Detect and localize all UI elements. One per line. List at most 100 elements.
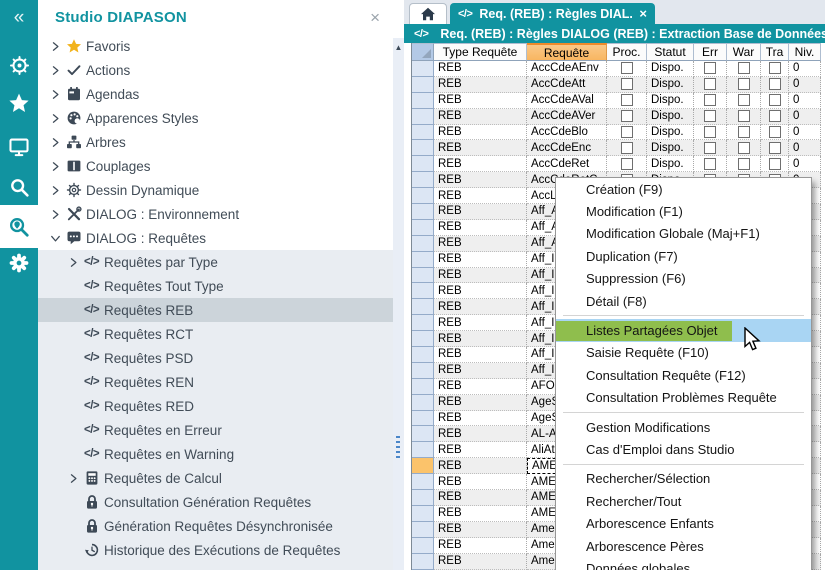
cell-type-requete[interactable]: REB — [434, 538, 527, 554]
cell-tra[interactable] — [761, 77, 789, 93]
rail-item-settings[interactable] — [0, 246, 38, 280]
checkbox-unchecked[interactable] — [769, 142, 781, 154]
row-selector[interactable] — [412, 125, 434, 141]
cell-tra[interactable] — [761, 93, 789, 109]
tab-home[interactable] — [409, 3, 447, 24]
cell-proc[interactable] — [607, 156, 647, 172]
cell-err[interactable] — [694, 93, 727, 109]
cell-type-requete[interactable]: REB — [434, 315, 527, 331]
row-selector[interactable] — [412, 188, 434, 204]
checkbox-unchecked[interactable] — [704, 78, 716, 90]
cell-war[interactable] — [727, 61, 761, 77]
cell-statut[interactable]: Dispo. — [647, 61, 694, 77]
cell-tra[interactable] — [761, 140, 789, 156]
cell-proc[interactable] — [607, 77, 647, 93]
row-selector[interactable] — [412, 268, 434, 284]
cell-type-requete[interactable]: REB — [434, 411, 527, 427]
chevron-slot[interactable] — [50, 185, 66, 196]
row-selector[interactable] — [412, 283, 434, 299]
checkbox-unchecked[interactable] — [769, 94, 781, 106]
tree-item-favoris[interactable]: Favoris — [38, 34, 393, 58]
chevron-slot[interactable] — [68, 257, 84, 268]
cell-type-requete[interactable]: REB — [434, 61, 527, 77]
collapse-panel-button[interactable]: « — [0, 6, 38, 30]
cell-type-requete[interactable]: REB — [434, 474, 527, 490]
cell-proc[interactable] — [607, 61, 647, 77]
tree-item-requ-tes-ren[interactable]: </>Requêtes REN — [38, 370, 393, 394]
table-row[interactable]: REBAccCdeAVerDispo.0 — [412, 109, 825, 125]
cell-type-requete[interactable]: REB — [434, 268, 527, 284]
cell-type-requete[interactable]: REB — [434, 331, 527, 347]
row-selector[interactable] — [412, 442, 434, 458]
cell-tra[interactable] — [761, 125, 789, 141]
tree-item-actions[interactable]: Actions — [38, 58, 393, 82]
menu-item-duplication-f7-[interactable]: Duplication (F7) — [556, 245, 811, 267]
row-selector[interactable] — [412, 331, 434, 347]
cell-type-requete[interactable]: REB — [434, 522, 527, 538]
checkbox-unchecked[interactable] — [704, 94, 716, 106]
cell-niv[interactable]: 0 — [789, 125, 821, 141]
tree-item-dialog-requ-tes[interactable]: DIALOG : Requêtes — [38, 226, 393, 250]
table-row[interactable]: REBAccCdeRetDispo.0 — [412, 156, 825, 172]
cell-requete[interactable]: AccCdeAtt — [527, 77, 607, 93]
cell-niv[interactable]: 0 — [789, 156, 821, 172]
cell-type-requete[interactable]: REB — [434, 172, 527, 188]
checkbox-unchecked[interactable] — [704, 158, 716, 170]
table-row[interactable]: REBAccCdeBloDispo.0 — [412, 125, 825, 141]
checkbox-unchecked[interactable] — [738, 62, 750, 74]
splitter-grip-icon[interactable] — [396, 436, 400, 458]
tree-item-consultation-g-n-ration-requ-tes[interactable]: Consultation Génération Requêtes — [38, 490, 393, 514]
cell-type-requete[interactable]: REB — [434, 490, 527, 506]
row-selector[interactable] — [412, 411, 434, 427]
cell-err[interactable] — [694, 77, 727, 93]
cell-type-requete[interactable]: REB — [434, 426, 527, 442]
cell-requete[interactable]: AccCdeAEnv — [527, 61, 607, 77]
checkbox-unchecked[interactable] — [769, 110, 781, 122]
checkbox-unchecked[interactable] — [769, 126, 781, 138]
row-selector[interactable] — [412, 236, 434, 252]
column-header-type-requ-te[interactable]: Type Requête — [434, 43, 527, 61]
cell-type-requete[interactable]: REB — [434, 252, 527, 268]
row-selector[interactable] — [412, 61, 434, 77]
cell-type-requete[interactable]: REB — [434, 220, 527, 236]
cell-requete[interactable]: AccCdeRet — [527, 156, 607, 172]
cell-war[interactable] — [727, 156, 761, 172]
tree-item-requ-tes-red[interactable]: </>Requêtes RED — [38, 394, 393, 418]
row-selector[interactable] — [412, 363, 434, 379]
cell-type-requete[interactable]: REB — [434, 204, 527, 220]
rail-item-modules[interactable] — [0, 48, 38, 82]
checkbox-unchecked[interactable] — [621, 94, 633, 106]
checkbox-unchecked[interactable] — [769, 62, 781, 74]
cell-err[interactable] — [694, 61, 727, 77]
close-tab-icon[interactable]: × — [639, 6, 647, 21]
cell-type-requete[interactable]: REB — [434, 156, 527, 172]
rail-item-search[interactable] — [0, 170, 38, 204]
tree-item-requ-tes-de-calcul[interactable]: Requêtes de Calcul — [38, 466, 393, 490]
tree-item-historique-des-ex-cutions-de-requ-tes[interactable]: Historique des Exécutions de Requêtes — [38, 538, 393, 562]
chevron-slot[interactable] — [50, 161, 66, 172]
chevron-slot[interactable] — [50, 137, 66, 148]
scroll-up-icon[interactable]: ▲ — [393, 41, 404, 53]
chevron-slot[interactable] — [50, 41, 66, 52]
cell-proc[interactable] — [607, 125, 647, 141]
row-selector[interactable] — [412, 458, 434, 474]
close-panel-icon[interactable]: × — [367, 9, 383, 26]
cell-type-requete[interactable]: REB — [434, 109, 527, 125]
cell-type-requete[interactable]: REB — [434, 458, 527, 474]
row-selector[interactable] — [412, 426, 434, 442]
cell-type-requete[interactable]: REB — [434, 442, 527, 458]
cell-tra[interactable] — [761, 109, 789, 125]
select-all-corner[interactable] — [412, 43, 434, 61]
menu-item-cas-d-emploi-dans-studio[interactable]: Cas d'Emploi dans Studio — [556, 438, 811, 460]
rail-item-advanced-search[interactable] — [0, 205, 38, 248]
row-selector[interactable] — [412, 474, 434, 490]
menu-item-gestion-modifications[interactable]: Gestion Modifications — [556, 416, 811, 438]
menu-item-modification-f1-[interactable]: Modification (F1) — [556, 200, 811, 222]
cell-err[interactable] — [694, 109, 727, 125]
chevron-slot[interactable] — [50, 209, 66, 220]
tree-item-requ-tes-tout-type[interactable]: </>Requêtes Tout Type — [38, 274, 393, 298]
row-selector[interactable] — [412, 395, 434, 411]
cell-type-requete[interactable]: REB — [434, 283, 527, 299]
tree-item-dessin-dynamique[interactable]: Dessin Dynamique — [38, 178, 393, 202]
tree-item-requ-tes-reb[interactable]: </>Requêtes REB — [38, 298, 393, 322]
